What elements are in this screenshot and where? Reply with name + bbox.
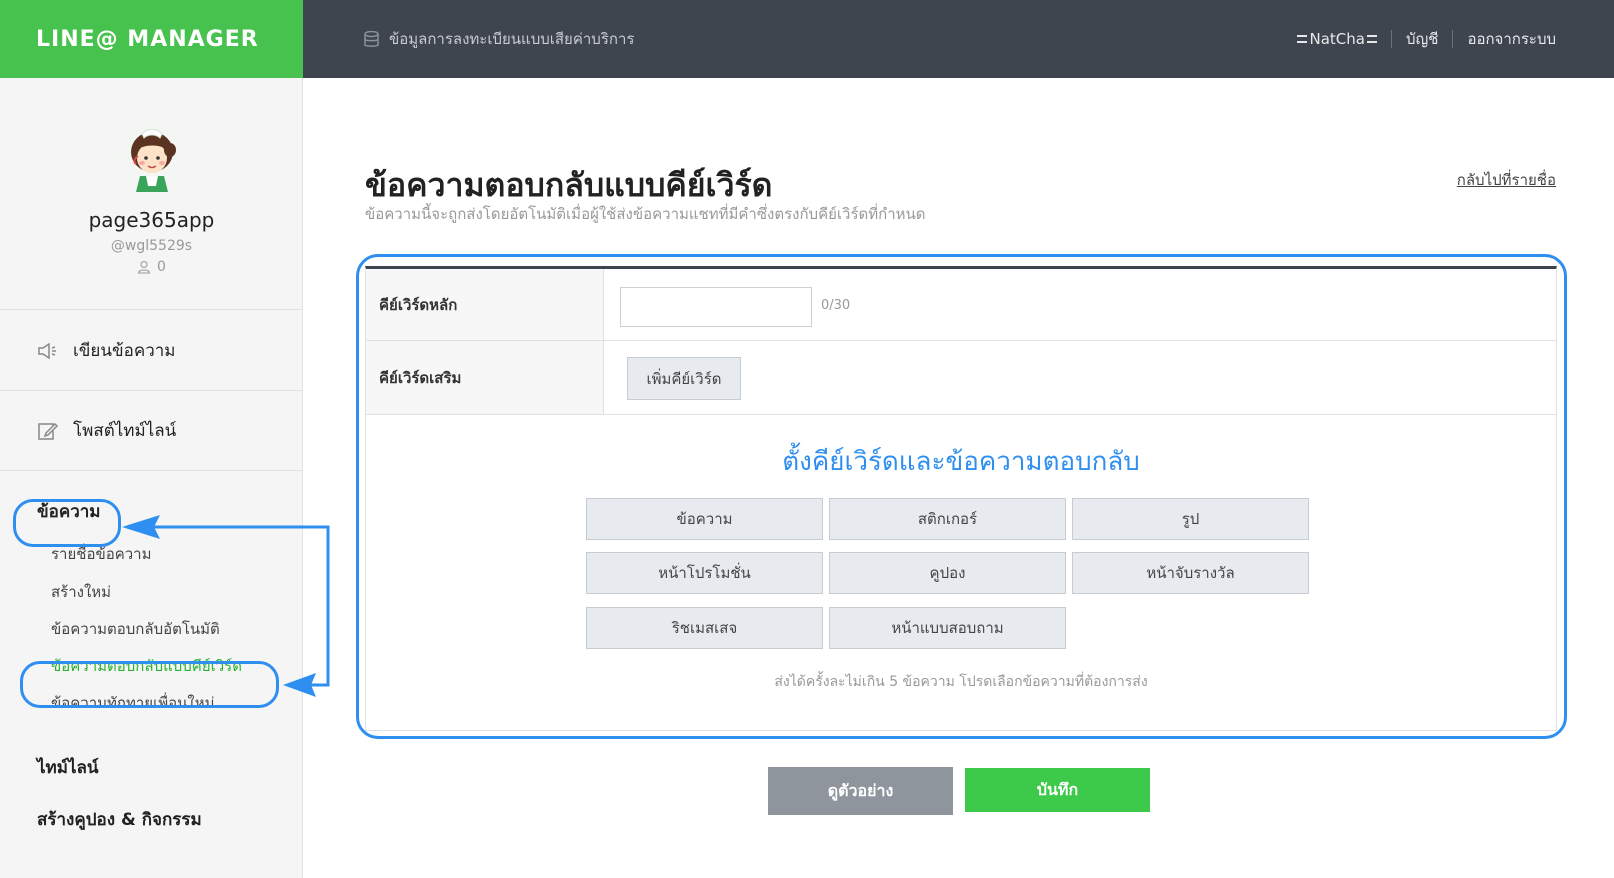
sidebar-item-create-new[interactable]: สร้างใหม่ [51, 580, 111, 604]
sidebar-item-label: เขียนข้อความ [73, 341, 176, 361]
main-keyword-label: คีย์เวิร์ดหลัก [366, 269, 604, 340]
page-description: ข้อความนี้จะถูกส่งโดยอัตโนมัติเมื่อผู้ใช… [365, 205, 926, 223]
keyword-form: คีย์เวิร์ดหลัก 0/30 คีย์เวิร์ดเสริม เพิ่… [365, 266, 1557, 731]
sidebar-item-label: โพสต์ไทม์ไลน์ [73, 421, 177, 441]
set-keyword-reply-title: ตั้งคีย์เวิร์ดและข้อความตอบกลับ [782, 447, 1140, 477]
friends-count-value: 0 [157, 259, 166, 275]
header-divider [1390, 30, 1392, 48]
main-content: ข้อความตอบกลับแบบคีย์เวิร์ด กลับไปที่ราย… [303, 78, 1614, 878]
profile-name: page365app [88, 208, 215, 232]
add-keyword-button[interactable]: เพิ่มคีย์เวิร์ด [627, 357, 741, 400]
brand-logo[interactable]: LINE@ MANAGER [0, 0, 303, 78]
type-survey-button[interactable]: หน้าแบบสอบถาม [829, 607, 1066, 649]
profile-card: page365app @wgl5529s 0 [0, 78, 303, 310]
type-promotion-button[interactable]: หน้าโปรโมชั่น [586, 552, 823, 594]
person-icon [137, 260, 151, 274]
database-icon [364, 30, 379, 47]
main-keyword-input[interactable] [620, 287, 812, 327]
user-name: NatCha [1309, 30, 1365, 48]
back-to-list-link[interactable]: กลับไปที่รายชื่อ [1457, 168, 1556, 192]
flag-bar-left [1297, 35, 1308, 43]
main-keyword-counter: 0/30 [821, 298, 851, 313]
extra-keyword-label: คีย์เวิร์ดเสริม [366, 341, 604, 414]
type-lottery-button[interactable]: หน้าจับรางวัล [1072, 552, 1309, 594]
type-rich-message-button[interactable]: ริชเมสเสจ [586, 607, 823, 649]
billing-info-link[interactable]: ข้อมูลการลงทะเบียนแบบเสียค่าบริการ [364, 0, 634, 78]
type-sticker-button[interactable]: สติกเกอร์ [829, 498, 1066, 540]
main-keyword-row: คีย์เวิร์ดหลัก 0/30 [366, 269, 1556, 341]
header-actions: NatCha บัญชี ออกจากระบบ [1297, 0, 1556, 78]
top-bar: LINE@ MANAGER ข้อมูลการลงทะเบียนแบบเสียค… [0, 0, 1614, 78]
avatar-illustration-icon [116, 120, 188, 192]
message-limit-hint: ส่งได้ครั้งละไม่เกิน 5 ข้อความ โปรดเลือก… [774, 674, 1148, 690]
type-image-button[interactable]: รูป [1072, 498, 1309, 540]
highlight-messages-outline [13, 499, 121, 547]
friends-count: 0 [0, 259, 303, 275]
sidebar-section-coupons[interactable]: สร้างคูปอง & กิจกรรม [37, 806, 202, 833]
megaphone-icon [38, 342, 56, 359]
type-text-button[interactable]: ข้อความ [586, 498, 823, 540]
sidebar: page365app @wgl5529s 0 เขียนข้อความ โพสต… [0, 78, 303, 878]
billing-info-label: ข้อมูลการลงทะเบียนแบบเสียค่าบริการ [389, 30, 635, 48]
sidebar-section-timeline[interactable]: ไทม์ไลน์ [37, 754, 99, 781]
user-menu[interactable]: NatCha [1297, 30, 1377, 48]
header-divider [1452, 30, 1454, 48]
edit-icon [38, 422, 59, 440]
save-button[interactable]: บันทึก [965, 768, 1150, 812]
extra-keyword-row: คีย์เวิร์ดเสริม เพิ่มคีย์เวิร์ด [366, 341, 1556, 415]
preview-button[interactable]: ดูตัวอย่าง [768, 767, 953, 815]
type-coupon-button[interactable]: คูปอง [829, 552, 1066, 594]
logout-link[interactable]: ออกจากระบบ [1467, 27, 1556, 51]
sidebar-item-post-timeline[interactable]: โพสต์ไทม์ไลน์ [0, 391, 303, 471]
sidebar-item-compose[interactable]: เขียนข้อความ [0, 311, 303, 391]
flag-bar-right [1366, 35, 1377, 43]
avatar[interactable] [116, 120, 188, 192]
profile-id: @wgl5529s [110, 238, 193, 254]
account-link[interactable]: บัญชี [1406, 27, 1438, 51]
